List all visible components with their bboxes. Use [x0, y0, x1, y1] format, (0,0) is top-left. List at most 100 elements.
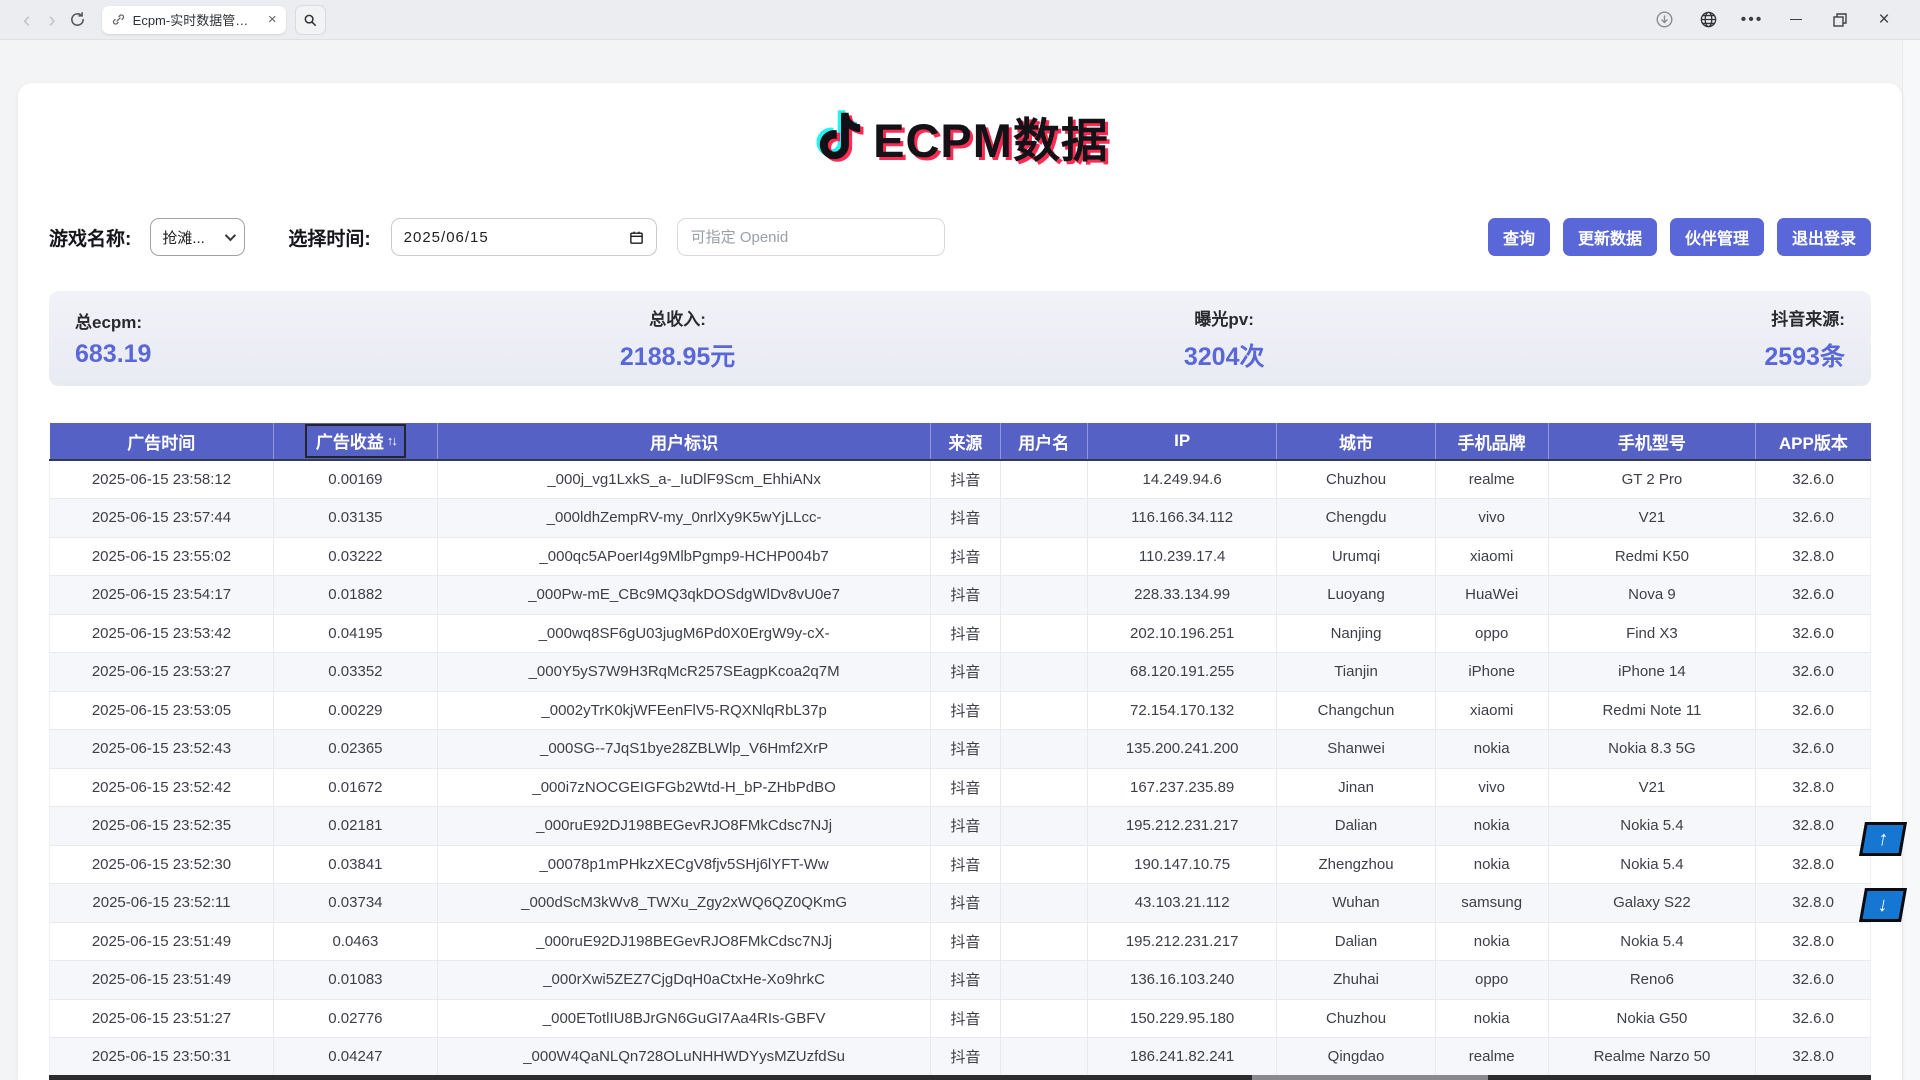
table-body: 2025-06-15 23:58:120.00169_000j_vg1LxkS_… [50, 460, 1871, 1075]
col-source-cell: 抖音 [931, 807, 1000, 846]
scroll-to-bottom-button[interactable]: ↓ [1859, 888, 1907, 922]
col-user-id-header: 用户标识 [437, 423, 931, 460]
col-phone-model-cell: Nokia G50 [1548, 999, 1756, 1038]
col-phone-brand-cell: realme [1435, 1038, 1548, 1076]
browser-tab[interactable]: Ecpm-实时数据管理系统 × [102, 6, 286, 34]
forward-icon[interactable]: › [39, 9, 64, 31]
col-phone-model-cell: iPhone 14 [1548, 653, 1756, 692]
col-ad-revenue-cell: 0.02181 [273, 807, 437, 846]
col-phone-model-cell: Redmi Note 11 [1548, 691, 1756, 730]
col-app-version-cell: 32.6.0 [1756, 691, 1871, 730]
col-ad-time-cell: 2025-06-15 23:53:05 [50, 691, 274, 730]
col-app-version-cell: 32.8.0 [1756, 768, 1871, 807]
table-row: 2025-06-15 23:52:420.01672_000i7zNOCGEIG… [50, 768, 1871, 807]
col-phone-brand-cell: vivo [1435, 499, 1548, 538]
col-ad-time-cell: 2025-06-15 23:53:27 [50, 653, 274, 692]
col-source-cell: 抖音 [931, 653, 1000, 692]
col-city-cell: Nanjing [1277, 614, 1435, 653]
col-phone-brand-cell: nokia [1435, 730, 1548, 769]
col-city-cell: Shanwei [1277, 730, 1435, 769]
col-ad-revenue-header[interactable]: 广告收益↑↓ [273, 423, 437, 460]
col-city-cell: Dalian [1277, 922, 1435, 961]
col-user-id-cell: _000SG--7JqS1bye28ZBLWlp_V6Hmf2XrP [437, 730, 931, 769]
col-phone-brand-cell: xiaomi [1435, 537, 1548, 576]
col-city-cell: Zhuhai [1277, 961, 1435, 1000]
date-input[interactable]: 2025/06/15 [391, 218, 657, 256]
col-user-id-cell: _000ldhZempRV-my_0nrlXy9K5wYjLLcc- [437, 499, 931, 538]
download-icon[interactable] [1642, 0, 1686, 40]
col-ad-time-cell: 2025-06-15 23:51:49 [50, 961, 274, 1000]
col-ad-revenue-cell: 0.04195 [273, 614, 437, 653]
table-row: 2025-06-15 23:53:420.04195_000wq8SF6gU03… [50, 614, 1871, 653]
col-ip-cell: 195.212.231.217 [1087, 807, 1276, 846]
col-app-version-cell: 32.8.0 [1756, 922, 1871, 961]
col-user-id-cell: _000ETotlIU8BJrGN6GuGI7Aa4RIs-GBFV [437, 999, 931, 1038]
col-phone-brand-cell: oppo [1435, 961, 1548, 1000]
col-user-id-cell: _0002yTrK0kjWFEenFlV5-RQXNlqRbL37p [437, 691, 931, 730]
browser-chrome: ‹ › Ecpm-实时数据管理系统 × [0, 0, 1920, 40]
col-username-cell [1000, 499, 1087, 538]
col-ad-revenue-cell: 0.04247 [273, 1038, 437, 1076]
col-phone-model-header: 手机型号 [1548, 423, 1756, 460]
table-row: 2025-06-15 23:52:110.03734_000dScM3kWv8_… [50, 884, 1871, 923]
date-value: 2025/06/15 [404, 229, 489, 246]
col-phone-model-cell: V21 [1548, 499, 1756, 538]
col-username-cell [1000, 807, 1087, 846]
globe-icon[interactable] [1686, 0, 1730, 40]
col-username-cell [1000, 768, 1087, 807]
table-row: 2025-06-15 23:52:430.02365_000SG--7JqS1b… [50, 730, 1871, 769]
col-phone-model-cell: Realme Narzo 50 [1548, 1038, 1756, 1076]
tab-close-icon[interactable]: × [268, 12, 277, 27]
col-user-id-cell: _000ruE92DJ198BEGevRJO8FMkCdsc7NJj [437, 922, 931, 961]
col-city-cell: Jinan [1277, 768, 1435, 807]
close-icon[interactable]: × [1862, 0, 1906, 40]
col-ad-revenue-cell: 0.01882 [273, 576, 437, 615]
horizontal-scrollbar[interactable] [49, 1075, 1871, 1080]
content-card: ECPM数据 游戏名称: 抢滩... 选择时间: 2025/06/15 查询 [18, 83, 1902, 1080]
col-phone-model-cell: Redmi K50 [1548, 537, 1756, 576]
col-ip-cell: 116.166.34.112 [1087, 499, 1276, 538]
col-source-cell: 抖音 [931, 845, 1000, 884]
col-city-cell: Wuhan [1277, 884, 1435, 923]
search-icon[interactable] [295, 5, 326, 35]
partner-manage-button[interactable]: 伙伴管理 [1670, 218, 1764, 256]
col-phone-brand-cell: samsung [1435, 884, 1548, 923]
col-ip-cell: 150.229.95.180 [1087, 999, 1276, 1038]
col-username-cell [1000, 961, 1087, 1000]
restore-icon[interactable] [1818, 0, 1862, 40]
col-username-cell [1000, 922, 1087, 961]
minimize-icon[interactable] [1774, 0, 1818, 40]
query-button[interactable]: 查询 [1488, 218, 1550, 256]
col-app-version-cell: 32.6.0 [1756, 730, 1871, 769]
col-user-id-cell: _000i7zNOCGEIGFGb2Wtd-H_bP-ZHbPdBO [437, 768, 931, 807]
col-ip-cell: 135.200.241.200 [1087, 730, 1276, 769]
col-app-version-cell: 32.8.0 [1756, 1038, 1871, 1076]
col-app-version-cell: 32.6.0 [1756, 576, 1871, 615]
col-city-cell: Changchun [1277, 691, 1435, 730]
more-options-icon[interactable]: ••• [1730, 0, 1774, 40]
table-header-row: 广告时间广告收益↑↓用户标识来源用户名IP城市手机品牌手机型号APP版本 [50, 423, 1871, 460]
col-city-cell: Luoyang [1277, 576, 1435, 615]
col-phone-brand-cell: iPhone [1435, 653, 1548, 692]
back-icon[interactable]: ‹ [14, 9, 39, 31]
col-phone-model-cell: Galaxy S22 [1548, 884, 1756, 923]
game-select-value: 抢滩... [162, 227, 205, 248]
col-ad-time-cell: 2025-06-15 23:52:30 [50, 845, 274, 884]
sort-revenue-button[interactable]: 广告收益↑↓ [305, 424, 406, 458]
update-data-button[interactable]: 更新数据 [1563, 218, 1657, 256]
col-phone-model-cell: Nokia 5.4 [1548, 807, 1756, 846]
vertical-scrollbar[interactable] [1902, 40, 1920, 1080]
game-select[interactable]: 抢滩... [150, 218, 245, 256]
openid-input[interactable] [677, 218, 945, 256]
col-city-cell: Urumqi [1277, 537, 1435, 576]
refresh-icon[interactable] [69, 11, 86, 28]
horizontal-scrollbar-thumb[interactable] [1252, 1075, 1489, 1080]
col-source-cell: 抖音 [931, 576, 1000, 615]
col-source-cell: 抖音 [931, 691, 1000, 730]
col-city-cell: Chuzhou [1277, 460, 1435, 499]
calendar-icon[interactable] [629, 230, 644, 245]
col-username-cell [1000, 884, 1087, 923]
logout-button[interactable]: 退出登录 [1777, 218, 1871, 256]
col-ad-time-cell: 2025-06-15 23:52:42 [50, 768, 274, 807]
scroll-to-top-button[interactable]: ↑ [1859, 822, 1907, 856]
